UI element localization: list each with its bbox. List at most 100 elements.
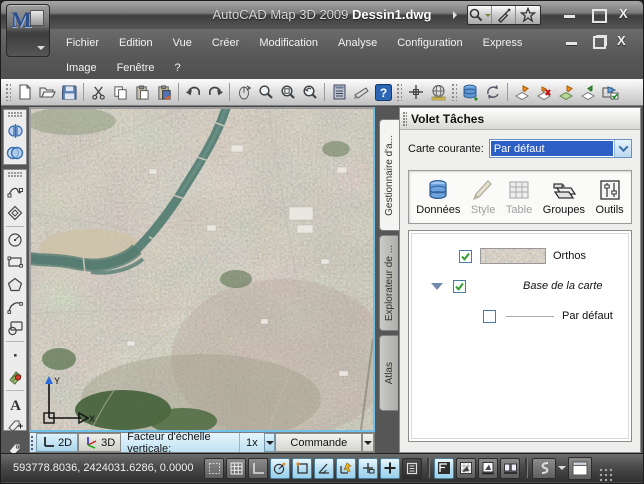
zoom-realtime-button[interactable] [255,81,277,103]
quick-properties-button[interactable] [402,457,422,479]
quickview-button[interactable] [500,457,520,479]
tab-gestionnaire[interactable]: Gestionnaire d'a... [379,119,399,231]
zoom-window-button[interactable] [277,81,299,103]
tree-row-orthos[interactable]: Orthos [415,241,625,271]
menu-fichier[interactable]: Fichier [56,33,109,53]
menu-aide[interactable]: ? [165,58,191,78]
open-file-button[interactable] [36,81,58,103]
map-checkin-button[interactable] [555,81,577,103]
toolbar-grip[interactable] [8,172,22,178]
statusrow-grip[interactable] [31,435,36,450]
tool-groupes[interactable]: Groupes [543,178,585,216]
tool-outils[interactable]: Outils [596,178,624,216]
text-button[interactable]: A [4,393,26,415]
map-checkout-button[interactable] [511,81,533,103]
expander-icon[interactable] [431,282,443,296]
layout-button[interactable] [456,457,476,479]
close-button[interactable]: X [619,7,633,20]
mdi-close-button[interactable]: X [617,34,631,47]
tool-palettes-button[interactable] [350,81,372,103]
communication-center-button[interactable] [492,6,516,24]
grid-button[interactable] [226,457,246,479]
toolbar-grip-2[interactable] [397,83,402,101]
menu-fenetre[interactable]: Fenêtre [107,58,165,78]
ducs-button[interactable] [336,457,356,479]
layer-label[interactable]: Par défaut [562,310,613,322]
copy-button[interactable] [109,81,131,103]
map-cancel-checkout-button[interactable] [533,81,555,103]
task-pane-header[interactable]: Volet Tâches [400,108,640,130]
toolbar-grip-3[interactable] [452,83,457,101]
ortho-button[interactable] [248,457,268,479]
new-file-button[interactable] [14,81,36,103]
paste-special-button[interactable] [153,81,175,103]
search-button[interactable] [468,6,492,24]
save-button[interactable] [58,81,80,103]
menu-creer[interactable]: Créer [202,33,250,53]
menu-analyse[interactable]: Analyse [328,33,387,53]
menu-image[interactable]: Image [56,58,107,78]
tree-row-base[interactable]: Base de la carte [415,271,625,301]
tree-row-defaut[interactable]: Par défaut [415,301,625,331]
title-bar[interactable]: AutoCAD Map 3D 2009 Dessin1.dwg X [1,1,643,29]
current-map-combobox[interactable]: Par défaut [488,139,632,158]
hatch-button[interactable] [4,366,26,388]
map-update-button[interactable] [577,81,599,103]
menu-configuration[interactable]: Configuration [387,33,472,53]
annotation-scale-dropdown[interactable] [557,458,567,479]
menu-vue[interactable]: Vue [163,33,202,53]
layout-preview-button[interactable] [478,457,498,479]
defaut-checkbox[interactable] [483,309,496,323]
tab-atlas[interactable]: Atlas [379,335,398,411]
layer-label[interactable]: Orthos [553,250,586,262]
view-2d-button[interactable]: 2D [36,433,79,452]
menu-browser-button[interactable]: M [6,4,50,57]
tab-explorateur[interactable]: Explorateur de ... [379,235,398,331]
drawing-viewport[interactable]: Y X [29,107,375,432]
orthos-checkbox[interactable] [459,249,472,263]
help-button[interactable]: ? [372,81,394,103]
lineweight-button[interactable] [380,457,400,479]
base-checkbox[interactable] [453,279,466,293]
command-dropdown[interactable] [362,433,374,452]
combo-dropdown-button[interactable] [614,140,631,157]
osnap-button[interactable] [292,457,312,479]
zoom-previous-button[interactable] [299,81,321,103]
circle-button[interactable] [4,229,26,251]
coordinates-readout[interactable]: 593778.8036, 2424031.6286, 0.0000 [13,462,203,474]
arc-button[interactable] [4,295,26,317]
coordinate-system-button[interactable] [427,81,449,103]
maximize-button[interactable] [591,8,607,23]
label-select-button[interactable] [4,415,26,437]
menu-edition[interactable]: Edition [109,33,163,53]
polar-button[interactable] [270,457,290,479]
annotation-scale-button[interactable] [532,457,556,479]
snap-button[interactable] [204,457,224,479]
minimize-button[interactable] [563,8,577,20]
command-line-button[interactable]: Commande [275,433,363,452]
clean-screen-button[interactable] [568,456,592,480]
rectangle-button[interactable] [4,251,26,273]
menu-modification[interactable]: Modification [249,33,328,53]
menu-express[interactable]: Express [473,33,533,53]
region-button[interactable] [4,317,26,339]
connect-data-button[interactable] [460,81,482,103]
toolbar-grip[interactable] [6,83,11,101]
paste-button[interactable] [131,81,153,103]
task-pane-grip[interactable] [403,111,407,126]
view-3d-button[interactable]: 3D [78,433,122,452]
search-dropdown-icon[interactable] [485,14,491,20]
pan-button[interactable] [233,81,255,103]
otrack-button[interactable] [314,457,334,479]
polygon-button[interactable] [4,273,26,295]
digitize-button[interactable] [405,81,427,103]
mdi-restore-button[interactable] [591,35,606,49]
model-button[interactable] [434,457,454,479]
donut-button[interactable] [4,202,26,224]
vertical-scale-value[interactable]: 1x [239,433,264,452]
redo-button[interactable] [204,81,226,103]
refresh-button[interactable] [482,81,504,103]
map-save-edit-button[interactable] [599,81,621,103]
polyline-button[interactable] [4,180,26,202]
mirror-view-button[interactable] [4,120,26,142]
